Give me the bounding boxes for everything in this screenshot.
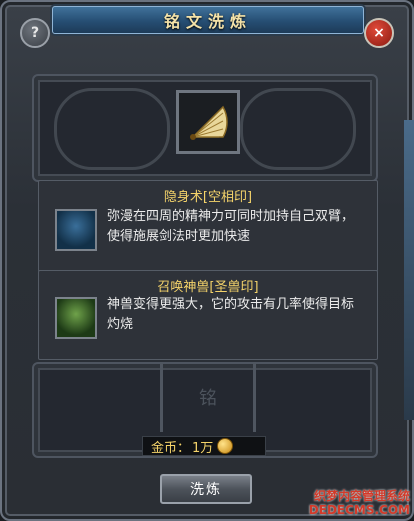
rune-slot[interactable]: 铭	[160, 362, 256, 432]
gold-label: 金币：	[151, 440, 191, 456]
background-window-edge	[404, 120, 414, 420]
gold-value: 1万	[192, 440, 214, 456]
fan-item-icon	[190, 105, 228, 140]
watermark-line: DEDECMS.COM	[308, 503, 410, 517]
right-scroll-decoration	[240, 88, 356, 170]
watermark-line: 织梦内容管理系统	[313, 489, 410, 503]
rune-slot-label: 铭	[199, 388, 217, 409]
gold-coin-icon	[217, 438, 234, 454]
skill-description: 弥漫在四周的精神力可同时加持自己双臂，使得施展剑法时更加快速	[107, 209, 355, 244]
item-slot[interactable]	[176, 90, 240, 154]
watermark: 织梦内容管理系统 DEDECMS.COM	[309, 489, 410, 517]
skill-name: 召唤神兽[圣兽印]	[157, 280, 259, 295]
refine-button[interactable]: 洗炼	[160, 474, 252, 504]
stealth-skill-icon[interactable]	[55, 209, 97, 251]
skill-entry: 隐身术[空相印] 弥漫在四周的精神力可同时加持自己双臂，使得施展剑法时更加快速	[38, 180, 378, 272]
gold-cost: 金币： 1万	[142, 436, 266, 456]
close-icon: ×	[373, 25, 385, 41]
skill-description: 神兽变得更强大，它的攻击有几率使得目标灼烧	[107, 297, 355, 332]
left-scroll-decoration	[54, 88, 170, 170]
close-button[interactable]: ×	[364, 18, 394, 48]
skill-name: 隐身术[空相印]	[163, 190, 253, 205]
help-icon: ?	[30, 25, 40, 41]
refine-button-label: 洗炼	[190, 482, 222, 498]
help-button[interactable]: ?	[20, 18, 50, 48]
window-title: 铭文洗炼	[163, 12, 252, 31]
skill-entry: 召唤神兽[圣兽印] 神兽变得更强大，它的攻击有几率使得目标灼烧	[38, 270, 378, 360]
title-bar[interactable]: 铭文洗炼	[52, 6, 364, 34]
summon-beast-skill-icon[interactable]	[55, 297, 97, 339]
